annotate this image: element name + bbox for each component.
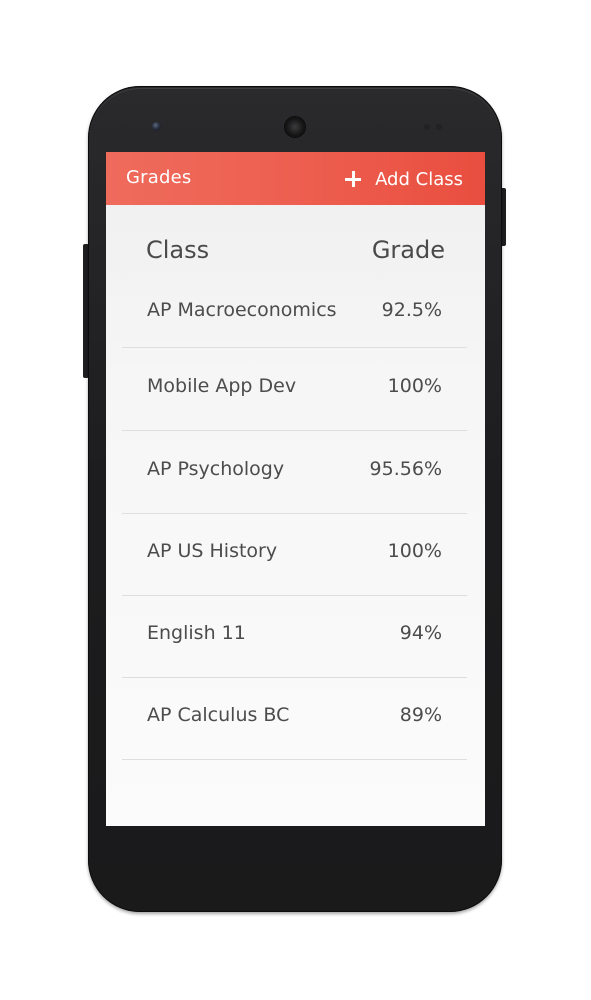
class-grade: 100% [387, 375, 442, 397]
earpiece-speaker [285, 117, 305, 137]
list-item[interactable]: AP Macroeconomics 92.5% [122, 293, 467, 348]
class-grade: 92.5% [381, 299, 442, 321]
class-grade: 100% [387, 540, 442, 562]
class-grade: 94% [399, 622, 442, 644]
list-item[interactable]: English 11 94% [122, 595, 467, 678]
class-name: English 11 [147, 622, 246, 644]
grades-list: AP Macroeconomics 92.5% Mobile App Dev 1… [106, 152, 485, 826]
light-sensor [436, 124, 442, 130]
class-name: AP Macroeconomics [147, 299, 337, 321]
proximity-sensor [424, 124, 430, 130]
class-name: Mobile App Dev [147, 375, 297, 397]
device-frame: Grades Add Class Class Grade AP Macroeco… [0, 0, 591, 1000]
app-screen: Grades Add Class Class Grade AP Macroeco… [106, 152, 485, 826]
class-grade: 95.56% [369, 458, 442, 480]
class-name: AP US History [147, 540, 278, 562]
list-item[interactable]: AP Calculus BC 89% [122, 677, 467, 760]
list-item[interactable]: AP US History 100% [122, 513, 467, 596]
front-camera-icon [152, 122, 161, 131]
list-item[interactable]: AP Psychology 95.56% [122, 431, 467, 514]
class-grade: 89% [399, 704, 442, 726]
class-name: AP Psychology [147, 458, 285, 480]
list-item[interactable]: Mobile App Dev 100% [122, 348, 467, 431]
class-name: AP Calculus BC [147, 704, 290, 726]
